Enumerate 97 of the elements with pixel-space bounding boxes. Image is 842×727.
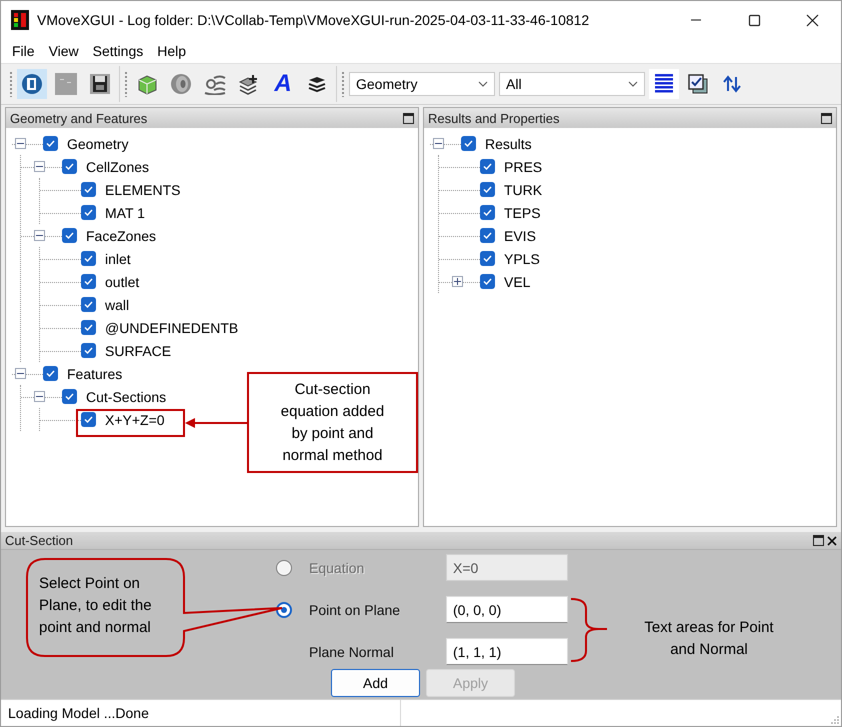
tree-item-label[interactable]: inlet	[105, 250, 131, 266]
check-icon[interactable]	[84, 301, 93, 308]
tree-item-label[interactable]: Geometry	[67, 136, 128, 152]
check-icon[interactable]	[464, 140, 473, 147]
tree-item-label[interactable]: wall	[105, 296, 130, 312]
checkbox[interactable]	[81, 412, 96, 427]
tree-item-label[interactable]: SURFACE	[105, 342, 172, 358]
check-icon[interactable]	[46, 370, 55, 377]
field-label: Equation	[308, 560, 366, 576]
float-panel-icon[interactable]	[403, 112, 414, 124]
tree-item-label[interactable]: Cut-Sections	[86, 388, 166, 404]
check-icon[interactable]	[65, 393, 74, 400]
toolbar-grip[interactable]	[341, 71, 345, 97]
tree-item-label[interactable]: YPLS	[504, 250, 540, 266]
checkbox[interactable]	[81, 274, 96, 289]
checkbox[interactable]	[480, 159, 495, 174]
tree-item-label[interactable]: EVIS	[504, 228, 536, 244]
status-text: Loading Model ...Done	[1, 700, 401, 726]
check-icon[interactable]	[483, 186, 492, 193]
button[interactable]: Add	[331, 669, 420, 697]
tree-item-label[interactable]: MAT 1	[105, 204, 145, 220]
check-icon[interactable]	[84, 186, 93, 193]
panel-title: Cut-Section	[5, 533, 73, 548]
check-icon[interactable]	[483, 255, 492, 262]
checkbox[interactable]	[81, 297, 96, 312]
dropdown[interactable]: All	[499, 72, 645, 96]
float-panel-icon[interactable]	[821, 112, 832, 124]
annotation-box: Cut-section equation added by point and normal method	[247, 372, 418, 473]
check-icon[interactable]	[483, 232, 492, 239]
tree-item-label[interactable]: PRES	[504, 158, 542, 174]
check-icon[interactable]	[84, 416, 93, 423]
tree-item-label[interactable]: CellZones	[86, 158, 150, 174]
menu-item[interactable]: View	[42, 43, 86, 59]
checkbox[interactable]	[62, 228, 77, 243]
check-icon[interactable]	[84, 324, 93, 331]
text-style-button[interactable]: A	[268, 69, 298, 99]
tree-item-label[interactable]: X+Y+Z=0	[105, 412, 165, 428]
check-icon[interactable]	[46, 140, 55, 147]
panel-title: Geometry and Features	[10, 110, 148, 126]
checkbox[interactable]	[81, 182, 96, 197]
tree-item-label[interactable]: VEL	[504, 274, 530, 290]
check-icon[interactable]	[84, 278, 93, 285]
app-logo-icon	[11, 10, 29, 30]
check-icon[interactable]	[84, 347, 93, 354]
check-icon[interactable]	[65, 163, 74, 170]
checkbox[interactable]	[461, 136, 476, 151]
close-icon[interactable]	[827, 536, 837, 546]
check-icon[interactable]	[483, 278, 492, 285]
window-title: VMoveXGUI - Log folder: D:\VCollab-Temp\VMoveXGUI-run-2025-04-03-11-33-46-10812	[37, 12, 590, 28]
input-field[interactable]: (0, 0, 0)	[446, 596, 568, 623]
check-icon[interactable]	[483, 163, 492, 170]
dropdown[interactable]: Geometry	[349, 72, 495, 96]
radio-button[interactable]	[276, 602, 292, 618]
arrow	[185, 418, 247, 428]
annotation-text: Select Point on Plane, to edit the point and normal	[39, 574, 153, 638]
annotation-text: Text areas for Point and Normal	[643, 618, 775, 660]
tree-item-label[interactable]: TEPS	[504, 204, 541, 220]
tree-item-label[interactable]: FaceZones	[86, 228, 156, 244]
brace	[570, 598, 608, 662]
menu-item[interactable]: Settings	[86, 43, 150, 59]
tree-item-label[interactable]: ELEMENTS	[105, 182, 180, 198]
check-icon[interactable]	[483, 209, 492, 216]
checkbox[interactable]	[480, 274, 495, 289]
maximize-icon[interactable]	[748, 14, 760, 26]
input-field[interactable]: (1, 1, 1)	[446, 638, 568, 665]
close-icon[interactable]	[806, 14, 818, 26]
tree-item-label[interactable]: Results	[485, 136, 532, 152]
checkbox[interactable]	[480, 228, 495, 243]
float-panel-icon[interactable]	[813, 535, 824, 546]
checkbox[interactable]	[81, 251, 96, 266]
check-icon[interactable]	[84, 255, 93, 262]
tree-item-label[interactable]: outlet	[105, 274, 140, 290]
menu-item[interactable]: File	[5, 43, 42, 59]
checkbox[interactable]	[480, 182, 495, 197]
panel-title: Results and Properties	[428, 110, 560, 126]
field-label: Plane Normal	[308, 644, 395, 660]
toolbar-grip[interactable]	[9, 71, 13, 97]
check-icon[interactable]	[65, 232, 74, 239]
caret-icon[interactable]	[628, 81, 638, 87]
check-icon[interactable]	[84, 209, 93, 216]
resize-grip-icon[interactable]	[831, 716, 839, 724]
tree-item-label[interactable]: @UNDEFINEDENTB	[105, 320, 238, 336]
menu-item[interactable]: Help	[150, 43, 194, 59]
checkbox[interactable]	[81, 343, 96, 358]
checkbox[interactable]	[62, 389, 77, 404]
checkbox[interactable]	[81, 320, 96, 335]
caret-icon[interactable]	[478, 81, 488, 87]
checkbox[interactable]	[480, 251, 495, 266]
checkbox[interactable]	[43, 366, 58, 381]
toolbar-grip[interactable]	[124, 71, 128, 97]
checkbox[interactable]	[62, 159, 77, 174]
field-label: Point on Plane	[308, 602, 402, 618]
checkbox[interactable]	[480, 205, 495, 220]
tree-item-label[interactable]: Features	[67, 366, 122, 382]
checkbox[interactable]	[43, 136, 58, 151]
tree-item-label[interactable]: TURK	[504, 182, 542, 198]
checkbox[interactable]	[81, 205, 96, 220]
